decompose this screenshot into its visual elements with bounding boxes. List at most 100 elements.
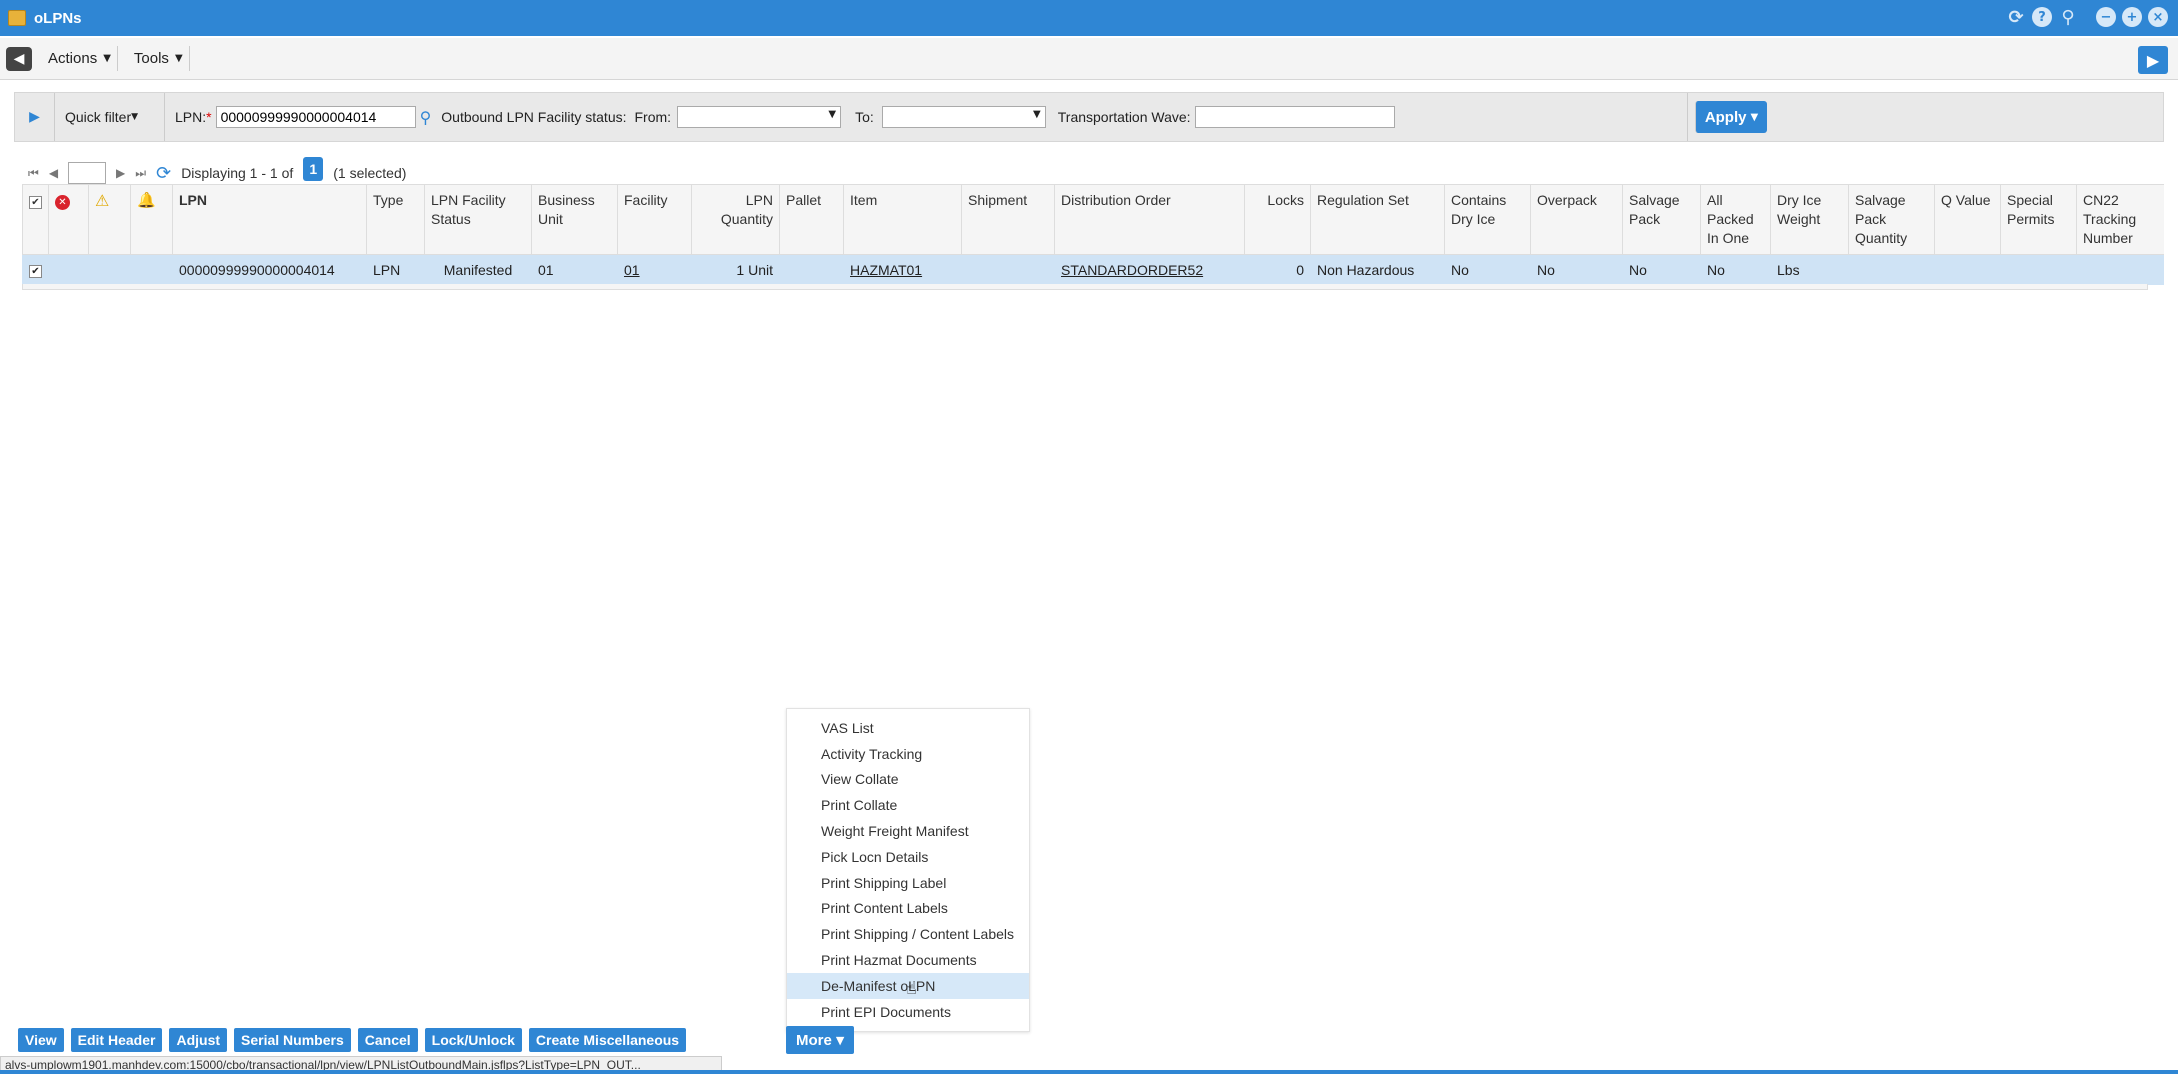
- cell-special-permits: [2000, 254, 2077, 285]
- minimize-icon[interactable]: −: [2096, 7, 2116, 27]
- transportation-wave-input[interactable]: [1194, 106, 1395, 128]
- to-label: To:: [855, 109, 874, 125]
- cell-salvage-pack: No: [1622, 254, 1701, 285]
- search-icon[interactable]: ⚲: [420, 108, 432, 127]
- cancel-button[interactable]: Cancel: [357, 1028, 418, 1052]
- chevron-down-icon: ▼: [1750, 111, 1759, 123]
- col-pallet[interactable]: Pallet: [779, 184, 844, 255]
- menu-item-print-content-labels[interactable]: Print Content Labels: [787, 896, 1029, 922]
- filter-expand-toggle[interactable]: ▶: [15, 93, 55, 141]
- apply-label: Apply: [1704, 108, 1747, 126]
- refresh-icon[interactable]: ⟳: [2006, 7, 2026, 28]
- menu-item-pick-locn-details[interactable]: Pick Locn Details: [787, 844, 1029, 870]
- select-all-checkbox[interactable]: ✔: [29, 196, 42, 209]
- menu-item-activity-tracking[interactable]: Activity Tracking: [787, 741, 1029, 767]
- status-label-text: Outbound LPN Facility status:: [441, 109, 627, 125]
- actions-menu[interactable]: Actions ▼: [42, 46, 118, 71]
- status-from-select[interactable]: ▼: [677, 106, 842, 128]
- table-header-row: ✔ ✕ ⚠ 🔔 LPN Type LPN Facility Status Bus…: [22, 184, 2164, 255]
- menu-item-print-shipping-content-labels[interactable]: Print Shipping / Content Labels: [787, 921, 1029, 947]
- col-facility[interactable]: Facility: [617, 184, 692, 255]
- back-button[interactable]: ◀: [6, 46, 32, 71]
- menu-item-view-collate[interactable]: View Collate: [787, 767, 1029, 793]
- col-quantity[interactable]: LPN Quantity: [691, 184, 780, 255]
- tools-menu[interactable]: Tools ▼: [128, 46, 190, 71]
- cell-type: LPN: [366, 254, 425, 285]
- col-overpack[interactable]: Overpack: [1530, 184, 1623, 255]
- col-business-unit[interactable]: Business Unit: [531, 184, 618, 255]
- select-all-header[interactable]: ✔: [22, 184, 49, 255]
- col-status[interactable]: LPN Facility Status: [424, 184, 532, 255]
- alert-header: 🔔: [130, 184, 173, 255]
- title-bar: oLPNs ⟳ ? ⚲ − + ×: [0, 0, 2178, 36]
- col-lpn[interactable]: LPN: [172, 184, 367, 255]
- lpn-input[interactable]: [215, 106, 416, 128]
- col-special-permits[interactable]: Special Permits: [2000, 184, 2077, 255]
- col-salvage-pack[interactable]: Salvage Pack: [1622, 184, 1701, 255]
- col-salvage-pack-quantity[interactable]: Salvage Pack Quantity: [1848, 184, 1935, 255]
- page-input[interactable]: [68, 162, 107, 184]
- table-row[interactable]: ✔ 00000999990000004014 LPN Manifested 01…: [22, 254, 2164, 285]
- selected-count: (1 selected): [333, 165, 407, 181]
- menu-item-weight-freight-manifest[interactable]: Weight Freight Manifest: [787, 818, 1029, 844]
- help-icon[interactable]: ?: [2032, 7, 2052, 27]
- col-locks[interactable]: Locks: [1244, 184, 1311, 255]
- divider: [1687, 93, 1688, 141]
- menu-item-vas-list[interactable]: VAS List: [787, 715, 1029, 741]
- col-cn22-tracking-number[interactable]: CN22 Tracking Number: [2076, 184, 2164, 255]
- edit-header-button[interactable]: Edit Header: [70, 1028, 163, 1052]
- col-q-value[interactable]: Q Value: [1934, 184, 2001, 255]
- quick-filter-dropdown[interactable]: Quick filter ▼: [55, 93, 165, 141]
- menu-item-print-epi-documents[interactable]: Print EPI Documents: [787, 999, 1029, 1025]
- app-icon: [8, 10, 26, 26]
- warning-icon: ⚠: [95, 191, 110, 210]
- menu-item-print-hazmat-documents[interactable]: Print Hazmat Documents: [787, 947, 1029, 973]
- col-type[interactable]: Type: [366, 184, 425, 255]
- prev-page-icon[interactable]: ◀: [49, 166, 58, 180]
- next-page-icon[interactable]: ▶: [116, 166, 125, 180]
- col-shipment[interactable]: Shipment: [961, 184, 1055, 255]
- facility-link[interactable]: 01: [624, 262, 640, 278]
- menu-item-print-shipping-label[interactable]: Print Shipping Label: [787, 870, 1029, 896]
- cell-distribution-order: STANDARDORDER52: [1054, 254, 1245, 285]
- first-page-icon[interactable]: ⏮: [28, 166, 39, 181]
- from-label-text: From:: [634, 109, 672, 125]
- col-item[interactable]: Item: [843, 184, 962, 255]
- row-checkbox[interactable]: ✔: [29, 265, 42, 279]
- col-distribution-order[interactable]: Distribution Order: [1054, 184, 1245, 255]
- col-dry-ice-weight[interactable]: Dry Ice Weight: [1770, 184, 1849, 255]
- distribution-order-link[interactable]: STANDARDORDER52: [1061, 262, 1203, 278]
- row-alert-cell: [130, 254, 173, 285]
- view-button[interactable]: View: [18, 1028, 64, 1052]
- adjust-button[interactable]: Adjust: [169, 1028, 228, 1052]
- row-select-cell[interactable]: ✔: [22, 254, 49, 285]
- lock-unlock-button[interactable]: Lock/Unlock: [424, 1028, 522, 1052]
- pin-icon[interactable]: ⚲: [2058, 7, 2078, 28]
- more-button[interactable]: More ▼: [786, 1026, 855, 1054]
- col-all-packed-in-one[interactable]: All Packed In One: [1700, 184, 1771, 255]
- refresh-icon[interactable]: ⟳: [156, 163, 171, 184]
- menu-item-print-collate[interactable]: Print Collate: [787, 792, 1029, 818]
- item-link[interactable]: HAZMAT01: [850, 262, 922, 278]
- menu-bar: ◀ Actions ▼ Tools ▼ ▶: [0, 38, 2178, 80]
- last-page-icon[interactable]: ⏭: [135, 166, 146, 181]
- to-label-text: To:: [855, 109, 874, 125]
- apply-button[interactable]: Apply ▼: [1695, 101, 1767, 133]
- expand-panel-button[interactable]: ▶: [2138, 46, 2168, 74]
- wave-filter-label: Transportation Wave:: [1058, 109, 1191, 125]
- quick-filter-label: Quick filter: [65, 109, 132, 125]
- col-regulation-set[interactable]: Regulation Set: [1310, 184, 1445, 255]
- col-contains-dry-ice[interactable]: Contains Dry Ice: [1444, 184, 1531, 255]
- tools-menu-label: Tools: [133, 50, 169, 67]
- wave-label-text: Transportation Wave:: [1057, 109, 1191, 125]
- page-count[interactable]: 1: [303, 157, 324, 181]
- hand-cursor-icon: ☝: [906, 978, 917, 999]
- create-miscellaneous-button[interactable]: Create Miscellaneous: [528, 1028, 687, 1052]
- olpn-table: ✔ ✕ ⚠ 🔔 LPN Type LPN Facility Status Bus…: [22, 184, 2164, 285]
- status-to-select[interactable]: ▼: [881, 106, 1046, 128]
- horizontal-scrollbar[interactable]: [22, 284, 2148, 290]
- maximize-icon[interactable]: +: [2122, 7, 2142, 27]
- window-controls: ⟳ ? ⚲ − + ×: [2006, 7, 2168, 28]
- close-icon[interactable]: ×: [2148, 7, 2168, 27]
- serial-numbers-button[interactable]: Serial Numbers: [234, 1028, 351, 1052]
